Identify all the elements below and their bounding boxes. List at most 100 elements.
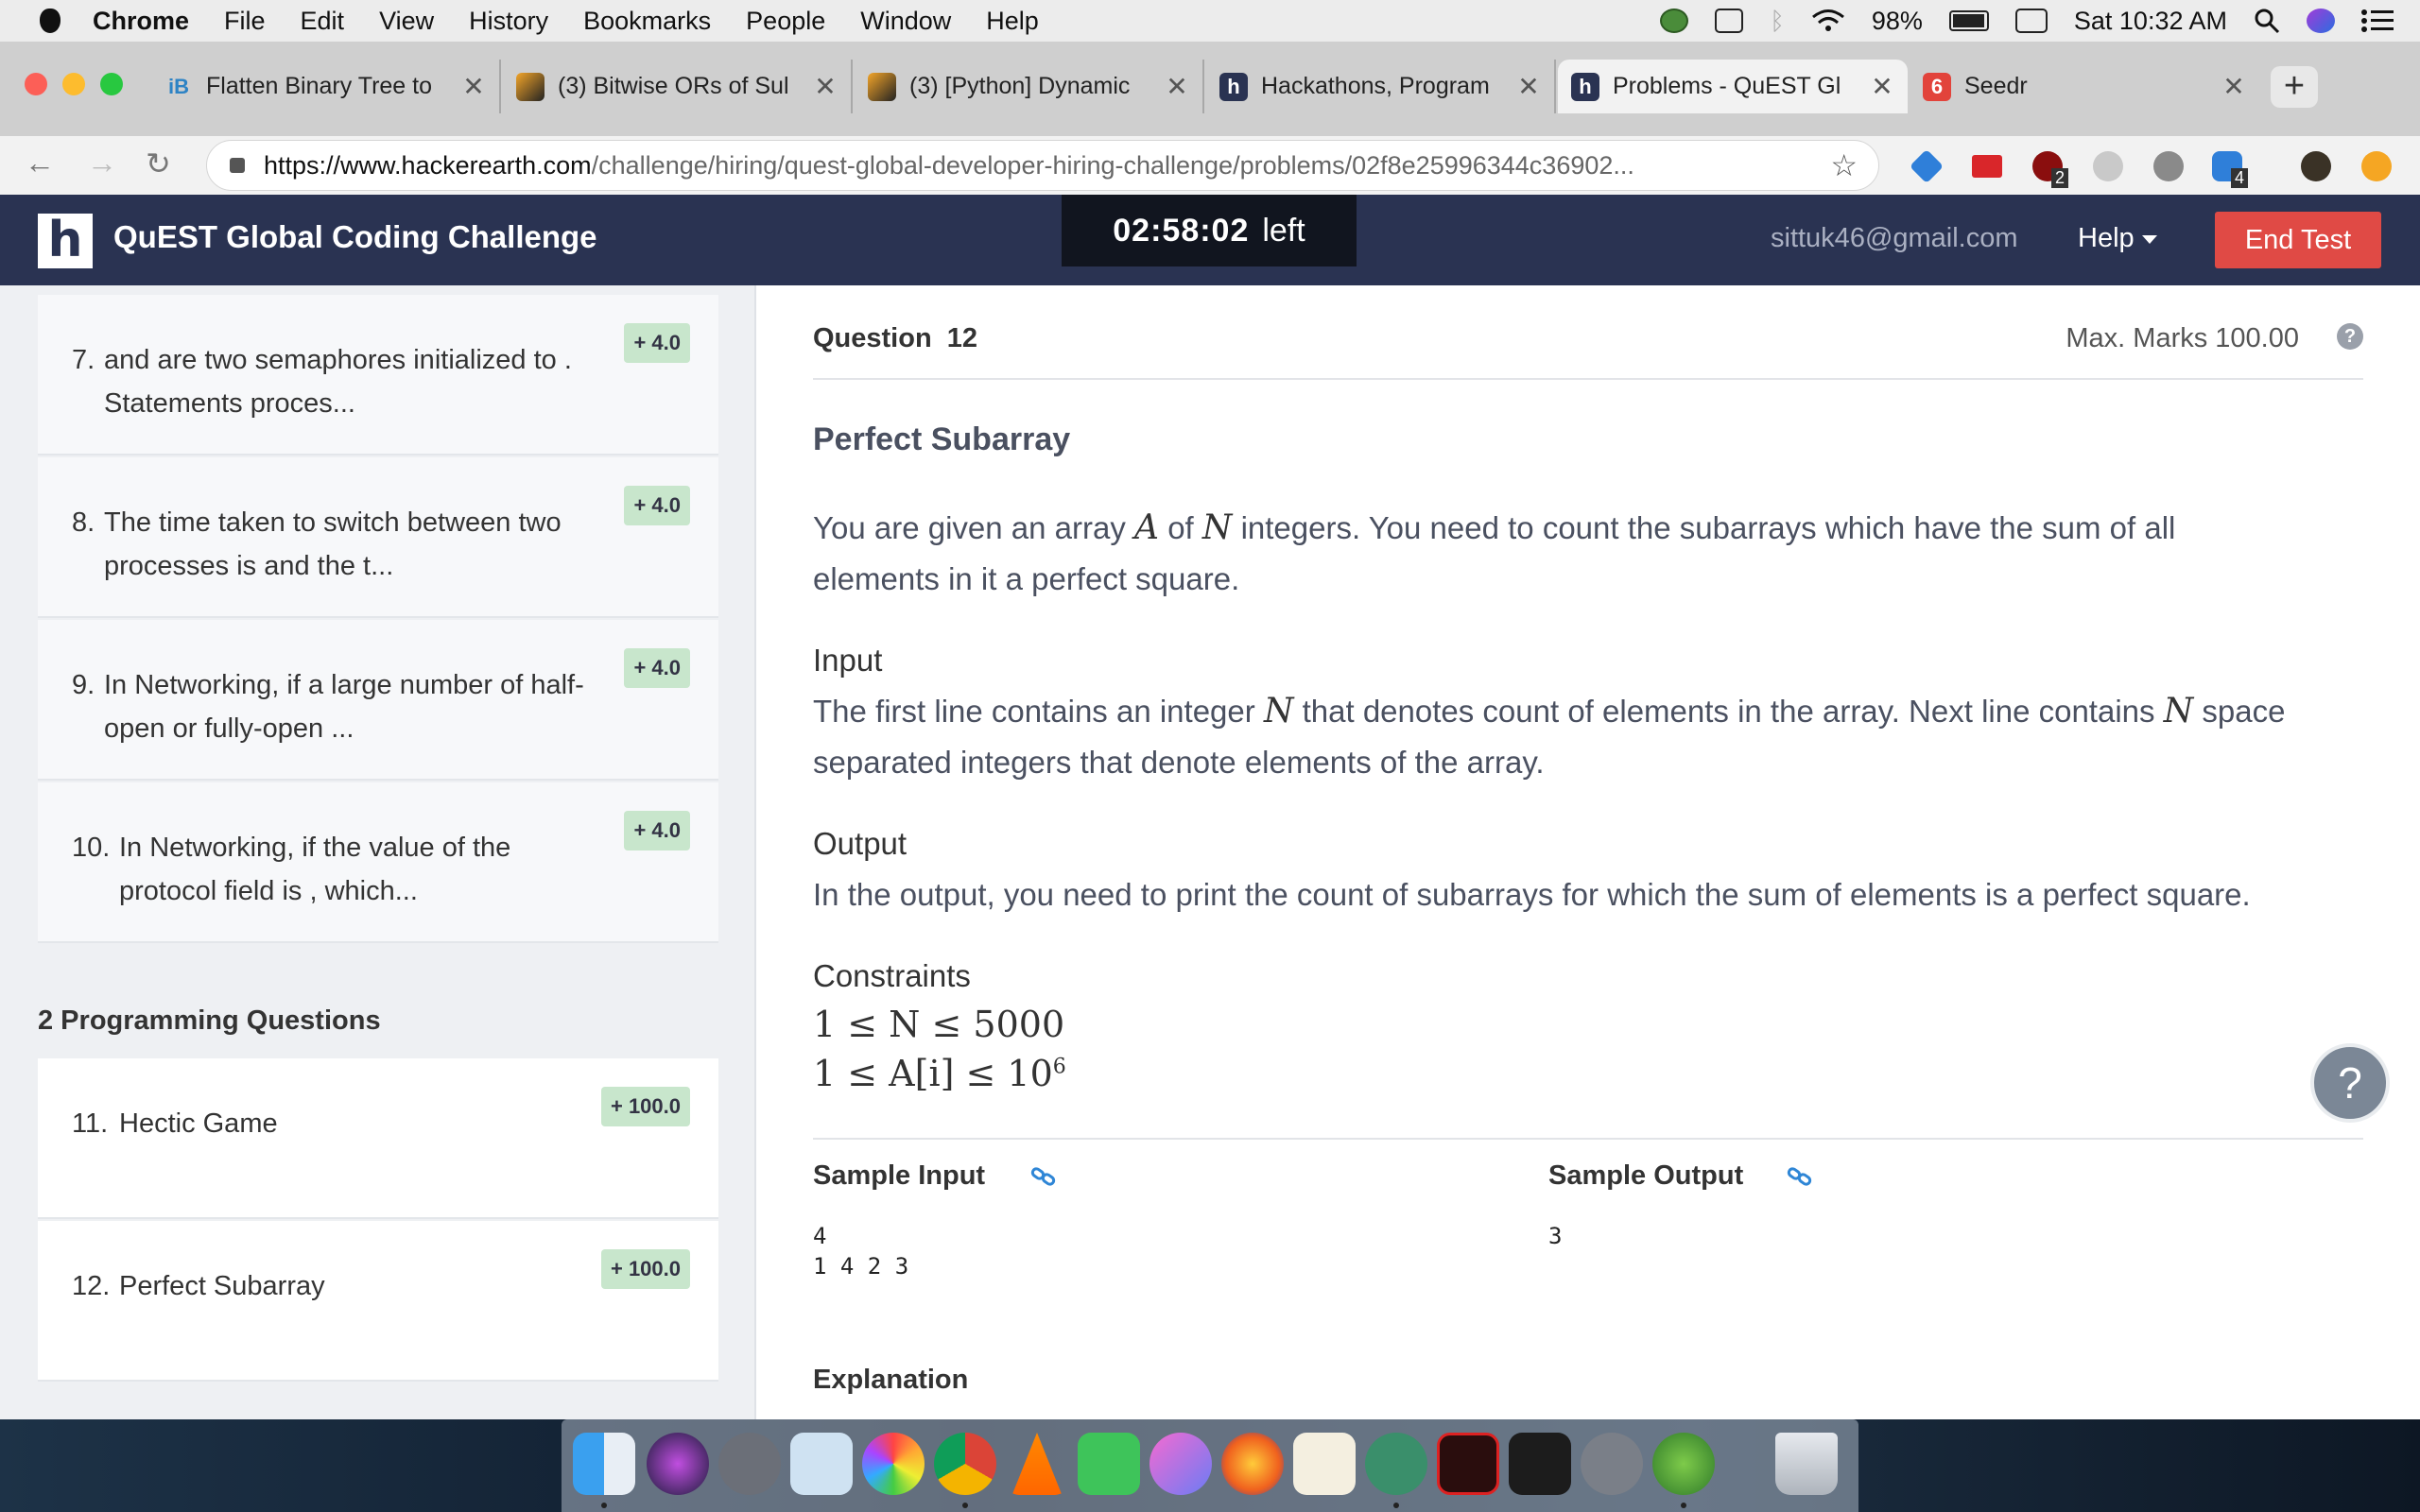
menu-people[interactable]: People (746, 7, 825, 36)
vlc-icon[interactable] (1011, 1433, 1063, 1495)
finder-icon[interactable] (573, 1433, 635, 1495)
menu-help[interactable]: Help (986, 7, 1039, 36)
siri-icon[interactable] (647, 1433, 709, 1495)
system-preferences-icon[interactable] (1581, 1433, 1643, 1495)
new-tab-button[interactable]: + (2271, 66, 2318, 108)
close-tab-icon[interactable]: ✕ (811, 71, 839, 102)
profile-avatar[interactable] (2301, 151, 2331, 181)
textedit-icon[interactable] (1293, 1433, 1356, 1495)
menu-file[interactable]: File (224, 7, 266, 36)
menubar-clock[interactable]: Sat 10:32 AM (2074, 7, 2227, 36)
battery-icon[interactable] (1948, 10, 1989, 31)
menu-app-chrome[interactable]: Chrome (93, 7, 189, 36)
question-item-9[interactable]: 9. In Networking, if a large number of ha… (38, 620, 718, 781)
constraint-2-exponent: 6 (1052, 1055, 1066, 1079)
close-tab-icon[interactable]: ✕ (459, 71, 488, 102)
constraint-2-base: 1 ≤ A[i] ≤ 10 (813, 1053, 1053, 1094)
maximize-window-button[interactable] (100, 73, 123, 95)
firefox-icon[interactable] (1221, 1433, 1284, 1495)
problem-statement: You are given an array A of N integers. … (813, 503, 2212, 605)
close-tab-icon[interactable]: ✕ (2220, 71, 2248, 102)
question-item-12[interactable]: 12. Perfect Subarray + 100.0 (38, 1221, 718, 1382)
extension-flag-icon[interactable] (1972, 155, 2002, 178)
menu-view[interactable]: View (379, 7, 434, 36)
tab-problems-quest[interactable]: h Problems - QuEST Gl ✕ (1558, 60, 1908, 113)
site-header: h QuEST Global Coding Challenge 02:58:02… (0, 195, 2420, 285)
forward-arrow-icon[interactable]: → (87, 146, 117, 180)
copy-link-icon[interactable] (1030, 1166, 1057, 1187)
hackerearth-logo[interactable]: h (38, 214, 93, 268)
question-text: 7. and are two semaphores initialized to … (72, 338, 601, 425)
math-var: A (1134, 508, 1160, 547)
menu-bookmarks[interactable]: Bookmarks (583, 7, 711, 36)
copy-link-icon[interactable] (1787, 1166, 1813, 1187)
leetcode-icon (868, 72, 896, 101)
menu-history[interactable]: History (469, 7, 548, 36)
wifi-icon[interactable] (1811, 9, 1845, 33)
atom-icon[interactable] (1365, 1433, 1427, 1495)
close-window-button[interactable] (25, 73, 47, 95)
question-number: 12 (946, 323, 978, 353)
chrome-icon[interactable] (934, 1433, 996, 1495)
question-text: 8. The time taken to switch between two p… (72, 501, 601, 588)
reload-icon[interactable]: ↻ (146, 146, 171, 181)
minimize-window-button[interactable] (62, 73, 85, 95)
question-item-10[interactable]: 10. In Networking, if the value of the pr… (38, 782, 718, 943)
macos-dock (562, 1419, 1858, 1512)
airplay-icon[interactable] (1715, 9, 1744, 33)
close-tab-icon[interactable]: ✕ (1163, 71, 1191, 102)
tab-python-dynamic[interactable]: (3) [Python] Dynamic ✕ (855, 60, 1204, 113)
close-tab-icon[interactable]: ✕ (1868, 71, 1896, 102)
facetime-icon[interactable] (1078, 1433, 1140, 1495)
trash-icon[interactable] (1775, 1433, 1838, 1495)
menu-window[interactable]: Window (860, 7, 951, 36)
question-sidebar: 7. and are two semaphores initialized to … (0, 285, 756, 1419)
question-item-7[interactable]: 7. and are two semaphores initialized to … (38, 295, 718, 455)
question-help-icon[interactable]: ? (2337, 323, 2363, 350)
question-item-8[interactable]: 8. The time taken to switch between two p… (38, 457, 718, 618)
question-number: 12. (72, 1271, 111, 1301)
math-var: N (2163, 692, 2194, 730)
back-arrow-icon[interactable]: ← (25, 146, 55, 180)
lock-icon[interactable] (230, 158, 245, 173)
math-var: N (1201, 508, 1233, 547)
extension-diamond-icon[interactable] (1909, 148, 1945, 184)
network-globe-icon[interactable] (1652, 1433, 1715, 1495)
question-number: 7. (72, 345, 95, 375)
support-help-button[interactable]: ? (2310, 1043, 2390, 1123)
tab-flatten-binary-tree[interactable]: iB Flatten Binary Tree to ✕ (151, 60, 501, 113)
extension-grey-circle-icon[interactable] (2153, 151, 2184, 181)
siri-icon[interactable] (2307, 9, 2335, 33)
tab-bitwise-ors[interactable]: (3) Bitwise ORs of Sul ✕ (503, 60, 853, 113)
globe-icon[interactable] (1660, 9, 1689, 33)
preview-icon[interactable] (790, 1433, 853, 1495)
photos-icon[interactable] (862, 1433, 925, 1495)
question-text: 9. In Networking, if a large number of ha… (72, 663, 601, 750)
chevron-down-icon (2141, 234, 2157, 244)
tab-seedr[interactable]: 6 Seedr ✕ (1910, 60, 2259, 113)
end-test-button[interactable]: End Test (2215, 212, 2381, 268)
apple-icon[interactable] (40, 9, 60, 33)
extension-grey-m-icon[interactable] (2093, 151, 2123, 181)
menu-edit[interactable]: Edit (301, 7, 345, 36)
constraint-2: 1 ≤ A[i] ≤ 106 (813, 1053, 1066, 1094)
chrome-update-icon[interactable] (2361, 151, 2392, 181)
question-number: 9. (72, 670, 95, 700)
launchpad-icon[interactable] (718, 1433, 781, 1495)
question-text: 11. Hectic Game (72, 1102, 601, 1145)
acrobat-icon[interactable] (1437, 1433, 1499, 1495)
keyboard-icon[interactable] (2014, 9, 2048, 33)
marks-badge: + 4.0 (624, 323, 690, 363)
help-dropdown[interactable]: Help (2078, 223, 2157, 254)
tab-title: Hackathons, Program (1261, 73, 1490, 99)
address-bar[interactable]: https://www.hackerearth.com /challenge/h… (206, 140, 1879, 191)
bluetooth-icon[interactable]: ᛒ (1770, 7, 1785, 36)
question-item-11[interactable]: 11. Hectic Game + 100.0 (38, 1058, 718, 1219)
close-tab-icon[interactable]: ✕ (1514, 71, 1543, 102)
tab-hackathons[interactable]: h Hackathons, Program ✕ (1206, 60, 1556, 113)
itunes-icon[interactable] (1150, 1433, 1212, 1495)
spotlight-search-icon[interactable] (2254, 8, 2280, 34)
notification-center-icon[interactable] (2361, 9, 2394, 33)
bookmark-star-icon[interactable]: ☆ (1830, 147, 1858, 183)
terminal-icon[interactable] (1509, 1433, 1571, 1495)
